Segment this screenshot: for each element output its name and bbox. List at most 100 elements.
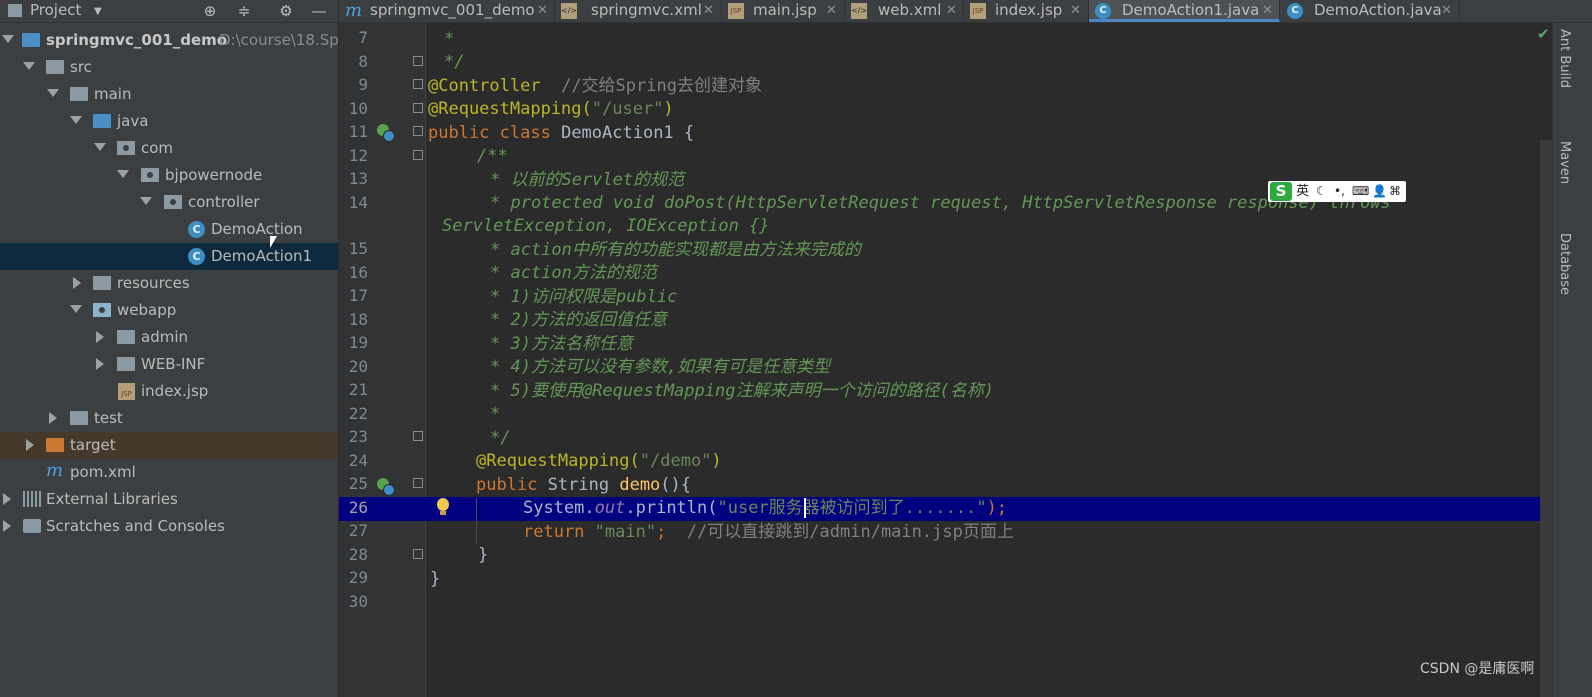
close-icon[interactable]: ✕ [1070, 0, 1081, 21]
tab-web-xml[interactable]: </> web.xml ✕ [845, 0, 964, 22]
jsp-icon: JSP [970, 3, 986, 19]
gear-icon[interactable]: ⚙ [276, 1, 296, 21]
tree-item-admin[interactable]: admin [0, 324, 338, 351]
tree-item-java[interactable]: java [0, 108, 338, 135]
fold-marker-icon[interactable] [413, 431, 423, 441]
inspection-ok-icon[interactable]: ✔ [1537, 25, 1550, 43]
fold-marker-icon[interactable] [413, 150, 423, 160]
tree-item-bjpowernode[interactable]: bjpowernode [0, 162, 338, 189]
tree-item-resources[interactable]: resources [0, 270, 338, 297]
tool-window-maven[interactable]: Maven [1557, 141, 1572, 184]
tree-item-demoaction1[interactable]: C DemoAction1 [0, 243, 338, 270]
fold-marker-icon[interactable] [413, 478, 423, 488]
minimize-icon[interactable]: — [309, 1, 329, 21]
code-line-8: */ [444, 52, 465, 72]
code-line-12: /** [477, 146, 508, 166]
package-icon [141, 168, 159, 182]
user-icon[interactable]: 👤 [1372, 181, 1387, 202]
code-line-10: @RequestMapping("/user") [428, 99, 674, 119]
indent-guide [476, 498, 477, 544]
tab-springmvc-001-demo[interactable]: m springmvc_001_demo ✕ [339, 0, 555, 22]
line-number-current: 26 [348, 498, 368, 517]
editor-tab-bar: m springmvc_001_demo ✕ </> springmvc.xml… [339, 0, 1592, 23]
project-icon [8, 4, 22, 17]
close-icon[interactable]: ✕ [537, 0, 548, 21]
code-line-25: public String demo(){ [476, 475, 692, 495]
fold-marker-icon[interactable] [413, 549, 423, 559]
spring-request-mapping-icon[interactable] [377, 478, 395, 496]
fold-marker-icon[interactable] [413, 103, 423, 113]
punctuation-icon[interactable]: •, [1334, 181, 1345, 202]
jsp-icon: JSP [728, 3, 744, 19]
moon-icon[interactable]: ☾ [1316, 181, 1327, 202]
tool-window-database[interactable]: Database [1557, 233, 1572, 295]
fold-marker-icon[interactable] [413, 56, 423, 66]
tree-item-src[interactable]: src [0, 54, 338, 81]
library-icon [23, 491, 41, 507]
scratch-icon [23, 519, 41, 533]
line-number: 30 [348, 592, 368, 611]
tab-index-jsp[interactable]: JSP index.jsp ✕ [964, 0, 1089, 22]
tree-item-target[interactable]: target [0, 432, 338, 459]
code-line-7: * [444, 29, 455, 49]
line-number: 27 [348, 521, 368, 540]
mouse-pointer-icon [270, 236, 277, 248]
tree-item-index-jsp[interactable]: JSP index.jsp [0, 378, 338, 405]
project-panel-title[interactable]: Project [30, 0, 81, 21]
folder-icon [46, 60, 64, 74]
jsp-icon: JSP [118, 383, 135, 400]
spring-bean-icon[interactable] [377, 124, 395, 142]
fold-marker-icon[interactable] [413, 79, 423, 89]
close-icon[interactable]: ✕ [1262, 0, 1273, 21]
tree-item-pom[interactable]: m pom.xml [0, 459, 338, 486]
ime-language-toggle[interactable]: 英 [1296, 181, 1309, 202]
tree-item-test[interactable]: test [0, 405, 338, 432]
line-number: 21 [348, 380, 368, 399]
apps-icon[interactable]: ⌘ [1389, 181, 1401, 202]
tab-demoaction-java[interactable]: C DemoAction.java ✕ [1281, 0, 1460, 22]
tab-springmvc-xml[interactable]: </> springmvc.xml ✕ [555, 0, 722, 22]
close-icon[interactable]: ✕ [1441, 0, 1452, 21]
fold-marker-icon[interactable] [413, 126, 423, 136]
tree-item-main[interactable]: main [0, 81, 338, 108]
line-number: 13 [348, 169, 368, 188]
tree-item-web-inf[interactable]: WEB-INF [0, 351, 338, 378]
code-line-16: * action方法的规范 [490, 263, 657, 283]
code-line-23: */ [490, 428, 511, 448]
lightbulb-icon[interactable] [436, 498, 450, 518]
close-icon[interactable]: ✕ [703, 0, 714, 21]
line-number: 22 [348, 404, 368, 423]
line-number: 12 [348, 146, 368, 165]
xml-icon: </> [851, 3, 867, 19]
keyboard-icon[interactable]: ⌨ [1352, 181, 1369, 202]
class-icon: C [1095, 3, 1111, 19]
tree-item-demoaction[interactable]: C DemoAction [0, 216, 338, 243]
tree-item-module[interactable]: springmvc_001_demo D:\course\18.Spr [0, 27, 345, 54]
locate-icon[interactable]: ⊕ [200, 1, 220, 21]
maven-icon: m [46, 460, 64, 481]
close-icon[interactable]: ✕ [946, 0, 957, 21]
package-icon [164, 195, 182, 209]
tab-demoaction1-java[interactable]: C DemoAction1.java ✕ [1089, 0, 1280, 22]
line-number: 9 [358, 75, 368, 94]
class-icon: C [1287, 3, 1303, 19]
tree-item-controller[interactable]: controller [0, 189, 338, 216]
line-number: 23 [348, 427, 368, 446]
line-number: 14 [348, 193, 368, 212]
tree-item-external-libraries[interactable]: External Libraries [0, 486, 338, 513]
tab-main-jsp[interactable]: JSP main.jsp ✕ [722, 0, 845, 22]
close-icon[interactable]: ✕ [826, 0, 837, 21]
editor-scrollbar[interactable] [1540, 140, 1552, 697]
text-caret [804, 498, 806, 518]
excluded-folder-icon [46, 438, 64, 452]
watermark: CSDN @是庸医啊 [1420, 661, 1535, 677]
tree-item-webapp[interactable]: webapp [0, 297, 338, 324]
chevron-down-icon[interactable]: ▼ [94, 6, 102, 17]
tree-item-scratches[interactable]: Scratches and Consoles [0, 513, 338, 540]
ime-toolbar[interactable]: S 英 ☾ •, ⌨ 👤 ⌘ [1268, 181, 1406, 202]
sogou-logo-icon[interactable]: S [1270, 182, 1292, 201]
tool-window-ant-build[interactable]: Ant Build [1557, 29, 1572, 88]
code-line-26[interactable]: System.out.println("user服务器被访问到了......."… [523, 498, 1007, 518]
collapse-all-icon[interactable]: ≑ [234, 1, 254, 21]
tree-item-com[interactable]: com [0, 135, 338, 162]
